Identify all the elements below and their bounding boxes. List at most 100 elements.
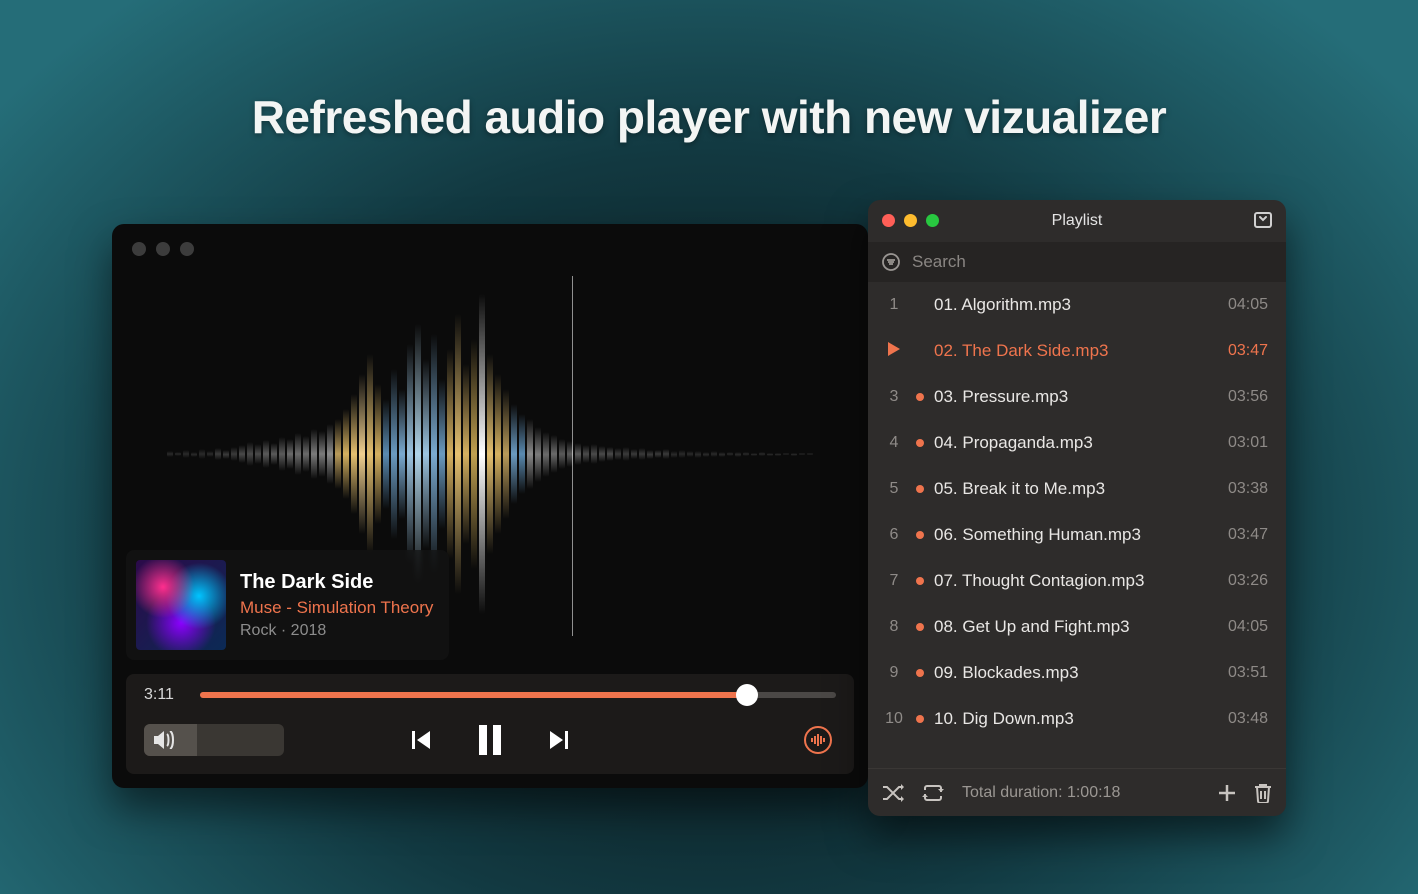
viz-bar [423,359,429,549]
plus-icon [1218,784,1236,802]
viz-bar [663,449,669,459]
playlist-row[interactable]: 707. Thought Contagion.mp303:26 [868,558,1286,604]
viz-bar [303,436,309,472]
viz-bar [319,431,325,477]
playlist-row[interactable]: 6 06. Something Human.mp3 03:47 [868,512,1286,558]
viz-bar [703,452,709,457]
skip-forward-icon [547,728,571,752]
viz-bar [719,452,725,457]
viz-bar [287,439,293,469]
track-duration: 03:38 [1228,480,1268,498]
unplayed-dot-icon [916,347,924,355]
playlist-row[interactable]: 808. Get Up and Fight.mp304:05 [868,604,1286,650]
viz-bar [487,354,493,554]
unplayed-dot-icon [916,577,924,585]
visualizer-toggle-button[interactable] [804,726,832,754]
playlist-titlebar: Playlist [868,200,1286,242]
viz-bar [263,440,269,468]
viz-bar [575,443,581,465]
shuffle-button[interactable] [882,784,904,802]
audio-player-window: The Dark Side Muse - Simulation Theory R… [112,224,868,788]
previous-button[interactable] [409,728,433,752]
track-duration: 03:48 [1228,710,1268,728]
viz-bar [343,409,349,499]
viz-bar [551,435,557,473]
viz-bar [407,344,413,564]
unplayed-dot-icon [916,301,924,309]
track-index: 10 [882,710,906,728]
page-headline: Refreshed audio player with new vizualiz… [0,90,1418,144]
traffic-dot-close[interactable] [132,242,146,256]
track-duration: 04:05 [1228,296,1268,314]
viz-bar [727,452,733,456]
equalizer-icon [811,734,825,746]
repeat-button[interactable] [922,784,944,802]
viz-bar [743,452,749,456]
unplayed-dot-icon [916,485,924,493]
progress-fill [200,692,747,698]
progress-track[interactable] [200,692,836,698]
repeat-icon [922,784,944,802]
viz-bar [503,389,509,519]
playlist-row[interactable]: 909. Blockades.mp303:51 [868,650,1286,696]
track-duration: 03:51 [1228,664,1268,682]
viz-bar [775,453,781,456]
track-artist-album: Muse - Simulation Theory [240,598,433,618]
add-track-button[interactable] [1218,784,1236,802]
elapsed-time: 3:11 [144,686,186,704]
transport-controls: 3:11 [126,674,854,774]
playlist-row[interactable]: 303. Pressure.mp303:56 [868,374,1286,420]
traffic-dot-minimize[interactable] [156,242,170,256]
viz-bar [623,447,629,461]
shuffle-icon [882,784,904,802]
viz-bar [383,399,389,509]
viz-bar [687,451,693,457]
playlist-tracks: 101. Algorithm.mp304:0502. The Dark Side… [868,282,1286,768]
track-duration: 03:47 [1228,526,1268,544]
viz-bar [599,446,605,462]
track-name: 02. The Dark Side.mp3 [934,341,1218,361]
pause-button[interactable] [477,725,503,755]
viz-bar [207,451,213,457]
viz-bar [399,389,405,519]
playlist-search-bar [868,242,1286,282]
playlist-footer: Total duration: 1:00:18 [868,768,1286,816]
search-input[interactable] [912,252,1272,272]
playlist-row[interactable]: 505. Break it to Me.mp303:38 [868,466,1286,512]
track-name: 08. Get Up and Fight.mp3 [934,617,1218,637]
viz-bar [591,444,597,464]
volume-slider[interactable] [144,724,284,756]
viz-bar [463,364,469,544]
viz-bar [247,442,253,466]
traffic-close[interactable] [882,214,895,227]
viz-bar [511,404,517,504]
viz-bar [559,439,565,469]
track-name: 07. Thought Contagion.mp3 [934,571,1218,591]
track-index: 6 [882,526,906,544]
traffic-minimize[interactable] [904,214,917,227]
track-name: 06. Something Human.mp3 [934,525,1218,545]
delete-track-button[interactable] [1254,783,1272,803]
playlist-row[interactable]: 101. Algorithm.mp304:05 [868,282,1286,328]
traffic-dot-zoom[interactable] [180,242,194,256]
viz-bar [759,452,765,456]
trash-icon [1254,783,1272,803]
viz-bar [415,324,421,584]
viz-bar [279,437,285,471]
viz-bar [671,451,677,458]
popout-button[interactable] [1254,212,1272,233]
album-art [136,560,226,650]
viz-bar [583,445,589,463]
filter-icon[interactable] [882,253,900,271]
traffic-zoom[interactable] [926,214,939,227]
playlist-row[interactable]: 1010. Dig Down.mp303:48 [868,696,1286,742]
playlist-row[interactable]: 404. Propaganda.mp303:01 [868,420,1286,466]
popout-icon [1254,212,1272,228]
next-button[interactable] [547,728,571,752]
progress-thumb[interactable] [736,684,758,706]
viz-bar [527,419,533,489]
viz-bar [447,349,453,559]
playlist-row[interactable]: 02. The Dark Side.mp303:47 [868,328,1286,374]
track-genre-year: Rock · 2018 [240,622,433,640]
track-index: 9 [882,664,906,682]
